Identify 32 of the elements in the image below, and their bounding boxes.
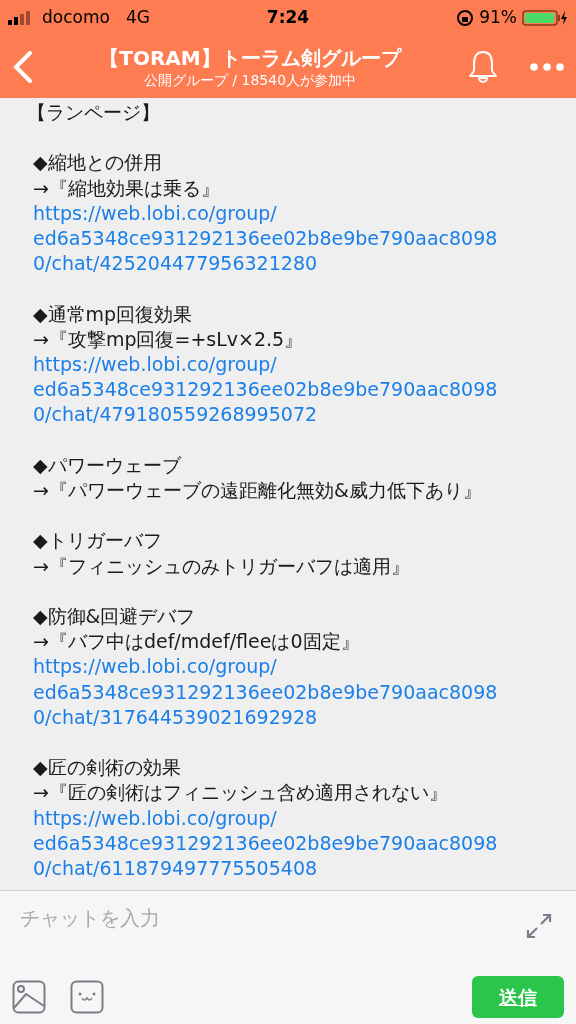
- more-icon[interactable]: [530, 63, 564, 71]
- section-note: →『フィニッシュのみトリガーバフは適用』: [33, 553, 411, 579]
- group-subtitle: 公開グループ / 18540人が参加中: [143, 71, 357, 89]
- message-title: 【ランページ】: [27, 100, 161, 125]
- link[interactable]: https://web.lobi.co/group/ ed6a5348ce931292136ee02b8e9be790aac8098 0/chat/479180559268995072: [33, 352, 498, 428]
- group-title: 【TORAM】トーラム剣グループ: [99, 45, 401, 71]
- link[interactable]: https://web.lobi.co/group/ ed6a5348ce931292136ee02b8e9be790aac8098 0/chat/317644539021692928: [33, 654, 498, 730]
- section-heading: ◆通常mp回復効果: [33, 301, 194, 327]
- section-note: →『匠の剣術はフィニッシュ含め適用されない』: [33, 780, 449, 806]
- clock-time: 7:24: [266, 6, 310, 30]
- battery-charging-icon: [522, 10, 568, 26]
- emoticon-icon[interactable]: [70, 980, 104, 1014]
- section-note: →『縮地効果は乗る』: [33, 175, 221, 201]
- send-button[interactable]: 送信: [472, 976, 564, 1018]
- expand-icon[interactable]: [526, 913, 552, 939]
- link[interactable]: https://web.lobi.co/group/ ed6a5348ce931292136ee02b8e9be790aac8098 0/chat/611879497775505408: [33, 805, 498, 882]
- section-note: →『攻撃mp回復=+sLv×2.5』: [33, 326, 305, 352]
- section-note: →『パワーウェーブの遠距離化無効&威力低下あり』: [33, 478, 483, 503]
- battery-percent: 91%: [479, 6, 517, 30]
- section-heading: ◆匠の剣術の効果: [33, 755, 182, 781]
- section-heading: ◆縮地との併用: [33, 150, 163, 176]
- chat-input-field[interactable]: チャットを入力: [12, 903, 526, 933]
- section-note: →『バフ中はdef/mdef/fleeは0固定』: [33, 629, 361, 655]
- carrier-name: docomo: [42, 6, 110, 30]
- image-icon[interactable]: [12, 980, 46, 1014]
- section-heading: ◆パワーウェーブ: [33, 452, 182, 478]
- section-heading: ◆トリガーバフ: [33, 528, 163, 554]
- section-heading: ◆防御&回避デバフ: [33, 604, 197, 629]
- rotation-lock-icon: [456, 9, 475, 27]
- link[interactable]: https://web.lobi.co/group/ ed6a5348ce931292136ee02b8e9be790aac8098 0/chat/425204477956321280: [33, 200, 498, 277]
- network-type: 4G: [125, 6, 150, 30]
- bell-icon[interactable]: [466, 49, 500, 85]
